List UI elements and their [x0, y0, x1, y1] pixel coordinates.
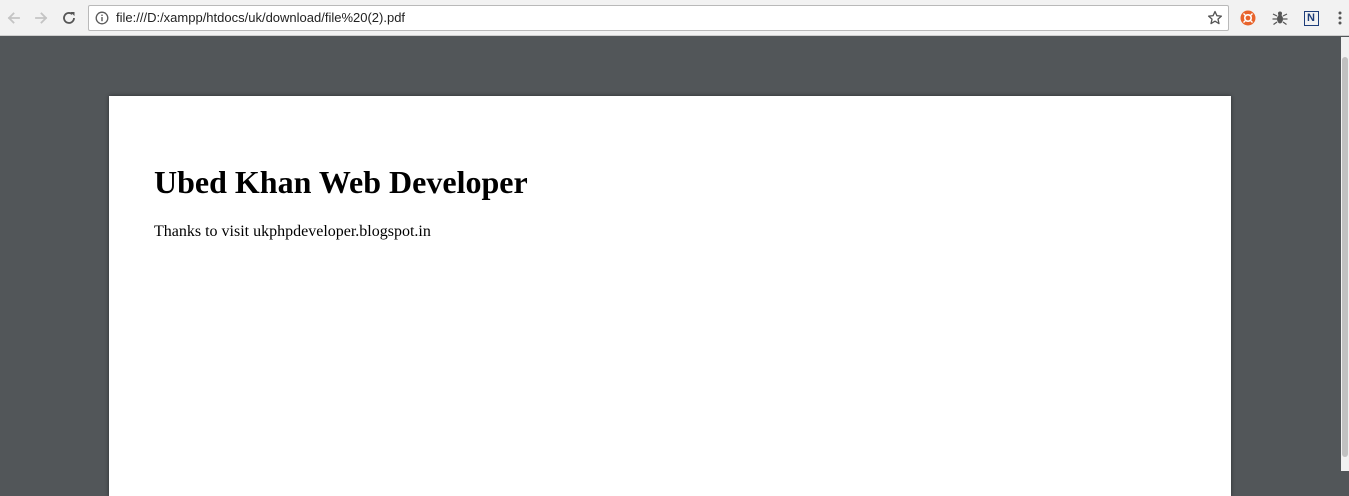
bug-extension-icon[interactable] [1271, 9, 1289, 27]
star-icon[interactable] [1207, 10, 1223, 26]
document-body-text: Thanks to visit ukphpdeveloper.blogspot.… [154, 223, 431, 240]
orange-extension-glyph [1240, 10, 1256, 26]
forward-button[interactable] [29, 6, 53, 30]
scrollbar-thumb[interactable] [1342, 57, 1348, 457]
reload-button[interactable] [57, 6, 81, 30]
pdf-page: Ubed Khan Web Developer Thanks to visit … [109, 96, 1231, 496]
url-text[interactable]: file:///D:/xampp/htdocs/uk/download/file… [116, 10, 405, 26]
n-extension-icon[interactable]: N [1302, 9, 1320, 27]
address-bar[interactable]: file:///D:/xampp/htdocs/uk/download/file… [88, 5, 1229, 31]
vertical-scrollbar[interactable] [1341, 37, 1349, 471]
reload-icon [63, 12, 75, 24]
info-icon[interactable] [95, 11, 109, 25]
arrow-left-icon [7, 12, 20, 24]
orange-extension-icon[interactable] [1239, 9, 1257, 27]
bug-extension-glyph [1272, 11, 1288, 25]
back-button[interactable] [2, 6, 26, 30]
browser-toolbar: file:///D:/xampp/htdocs/uk/download/file… [0, 0, 1349, 36]
kebab-menu-icon [1338, 11, 1342, 25]
menu-button[interactable] [1334, 9, 1346, 27]
document-title: Ubed Khan Web Developer [154, 164, 528, 200]
arrow-right-icon [35, 12, 48, 24]
n-extension-label: N [1303, 10, 1319, 26]
